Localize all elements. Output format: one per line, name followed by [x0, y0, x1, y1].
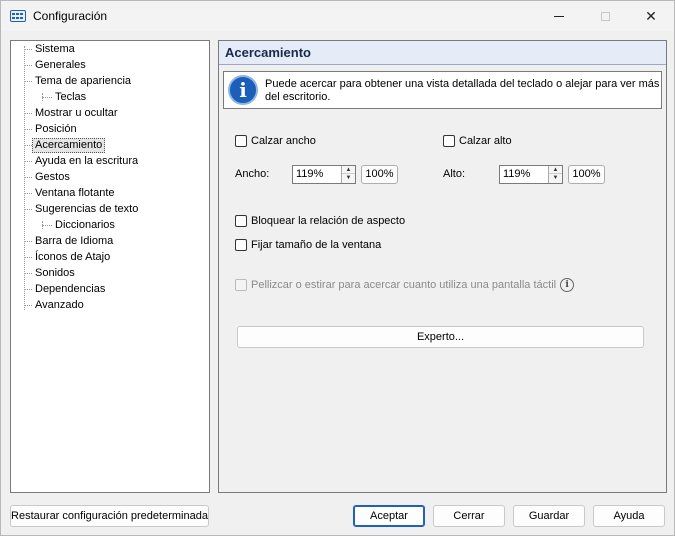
- fix-window-size-checkbox[interactable]: Fijar tamaño de la ventana: [235, 238, 381, 252]
- width-spin-buttons: ▲ ▼: [341, 166, 355, 183]
- maximize-button[interactable]: [582, 1, 628, 31]
- zoom-settings-panel: Acercamiento i Puede acercar para obtene…: [218, 40, 667, 493]
- tree-item-barra-idioma[interactable]: Barra de Idioma: [33, 234, 115, 249]
- tree-connector: [24, 289, 32, 290]
- tree-connector: [24, 241, 32, 242]
- tree-connector: [24, 305, 32, 306]
- tree-connector: [24, 145, 32, 146]
- tree-item-sistema[interactable]: Sistema: [33, 42, 77, 57]
- tree-connector: [24, 161, 32, 162]
- tree-connector: [24, 81, 32, 82]
- close-button[interactable]: Cerrar: [433, 505, 505, 527]
- expert-button[interactable]: Experto...: [237, 326, 644, 348]
- info-icon: i: [228, 75, 258, 105]
- checkbox-box: [235, 135, 247, 147]
- checkbox-box: [235, 279, 247, 291]
- tree-item-gestos[interactable]: Gestos: [33, 170, 72, 185]
- tree-connector: [24, 113, 32, 114]
- maximize-icon: [600, 11, 610, 21]
- width-spinbox[interactable]: 119% ▲ ▼: [292, 165, 356, 184]
- minimize-icon: [554, 15, 564, 17]
- minimize-button[interactable]: [536, 1, 582, 31]
- fit-height-label: Calzar alto: [459, 135, 512, 147]
- tree-connector: [24, 65, 32, 66]
- tree-connector: [42, 225, 52, 226]
- tree-item-iconos-atajo[interactable]: Íconos de Atajo: [33, 250, 112, 265]
- checkbox-box: [235, 215, 247, 227]
- tree-item-generales[interactable]: Generales: [33, 58, 88, 73]
- height-reset-button[interactable]: 100%: [568, 165, 605, 184]
- accept-button[interactable]: Aceptar: [353, 505, 425, 527]
- lock-aspect-ratio-label: Bloquear la relación de aspecto: [251, 215, 406, 227]
- close-window-button[interactable]: ✕: [628, 1, 674, 31]
- tree-connector: [24, 193, 32, 194]
- height-spin-buttons: ▲ ▼: [548, 166, 562, 183]
- tree-item-diccionarios[interactable]: Diccionarios: [53, 218, 117, 233]
- close-icon: ✕: [645, 7, 657, 24]
- tree-connector: [24, 209, 32, 210]
- tree-item-dependencias[interactable]: Dependencias: [33, 282, 107, 297]
- pinch-zoom-checkbox[interactable]: Pellizcar o estirar para acercar cuanto …: [235, 278, 575, 292]
- info-box: i Puede acercar para obtener una vista d…: [223, 71, 662, 109]
- spin-up-icon[interactable]: ▲: [549, 166, 562, 174]
- tree-connector: [24, 273, 32, 274]
- tree-item-acercamiento[interactable]: Acercamiento: [32, 138, 106, 153]
- height-label: Alto:: [443, 168, 466, 180]
- height-spinbox[interactable]: 119% ▲ ▼: [499, 165, 563, 184]
- lock-aspect-ratio-checkbox[interactable]: Bloquear la relación de aspecto: [235, 214, 405, 228]
- tree-connector: [24, 49, 32, 50]
- tree-connector: [42, 97, 52, 98]
- window-title: Configuración: [33, 9, 108, 23]
- checkbox-box: [235, 239, 247, 251]
- title-bar: Configuración ✕: [1, 1, 674, 31]
- width-label: Ancho:: [235, 168, 270, 180]
- info-icon[interactable]: i: [560, 278, 575, 292]
- checkbox-box: [443, 135, 455, 147]
- pinch-zoom-label: Pellizcar o estirar para acercar cuanto …: [251, 279, 557, 291]
- settings-window: Configuración ✕ Sistema Generales Tema d…: [0, 0, 675, 536]
- info-text: Puede acercar para obtener una vista det…: [265, 78, 660, 103]
- tree-item-ayuda-escritura[interactable]: Ayuda en la escritura: [33, 154, 140, 169]
- height-value: 119%: [503, 168, 531, 180]
- help-button[interactable]: Ayuda: [593, 505, 665, 527]
- tree-connector: [24, 257, 32, 258]
- tree-item-avanzado[interactable]: Avanzado: [33, 298, 86, 313]
- keyboard-icon: [10, 10, 26, 22]
- tree-connector: [24, 46, 25, 310]
- fix-window-size-label: Fijar tamaño de la ventana: [251, 239, 382, 251]
- tree-item-sugerencias-texto[interactable]: Sugerencias de texto: [33, 202, 140, 217]
- tree-connector: [24, 177, 32, 178]
- tree-connector: [24, 129, 32, 130]
- width-value: 119%: [296, 168, 324, 180]
- tree-item-ventana-flotante[interactable]: Ventana flotante: [33, 186, 117, 201]
- tree-item-sonidos[interactable]: Sonidos: [33, 266, 77, 281]
- spin-down-icon[interactable]: ▼: [342, 174, 355, 182]
- tree-item-tema-apariencia[interactable]: Tema de apariencia: [33, 74, 133, 89]
- width-reset-button[interactable]: 100%: [361, 165, 398, 184]
- spin-up-icon[interactable]: ▲: [342, 166, 355, 174]
- tree-item-teclas[interactable]: Teclas: [53, 90, 88, 105]
- tree-item-posicion[interactable]: Posición: [33, 122, 79, 137]
- fit-width-label: Calzar ancho: [251, 135, 316, 147]
- fit-height-checkbox[interactable]: Calzar alto: [443, 134, 512, 148]
- panel-title: Acercamiento: [219, 41, 666, 65]
- spin-down-icon[interactable]: ▼: [549, 174, 562, 182]
- restore-defaults-button[interactable]: Restaurar configuración predeterminada: [10, 505, 209, 527]
- save-button[interactable]: Guardar: [513, 505, 585, 527]
- tree-item-mostrar-ocultar[interactable]: Mostrar u ocultar: [33, 106, 120, 121]
- fit-width-checkbox[interactable]: Calzar ancho: [235, 134, 316, 148]
- settings-tree[interactable]: Sistema Generales Tema de apariencia Tec…: [10, 40, 210, 493]
